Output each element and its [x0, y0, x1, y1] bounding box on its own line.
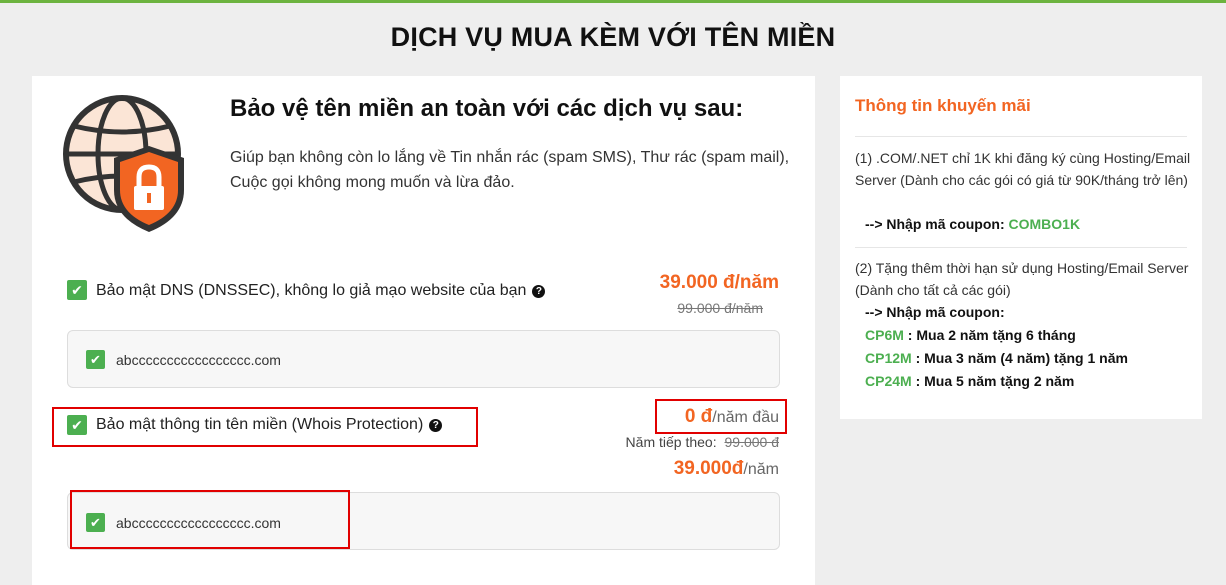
question-circle-icon[interactable]: ?: [532, 285, 546, 298]
page-title: DỊCH VỤ MUA KÈM VỚI TÊN MIỀN: [390, 22, 836, 52]
promo-title: Thông tin khuyến mãi: [855, 96, 1031, 115]
coupon-desc: : Mua 2 năm tặng 6 tháng: [907, 327, 1076, 343]
whois-next-old-price: 99.000 đ: [724, 434, 780, 450]
promo-item-2-text: (2) Tặng thêm thời hạn sử dụng Hosting/E…: [855, 260, 1189, 298]
dnssec-domain-checkbox[interactable]: ✔: [86, 350, 105, 369]
whois-next-year: Năm tiếp theo: 99.000 đ: [626, 434, 779, 450]
whois-price: 0 đ/năm đầu: [685, 406, 779, 428]
coupon-combo1k[interactable]: COMBO1K: [1009, 216, 1081, 232]
whois-renew-price: 39.000đ/năm: [674, 458, 779, 480]
globe-shield-lock-icon: [63, 95, 184, 232]
dnssec-domain-name: abccccccccccccccccc.com: [116, 352, 281, 368]
promo-panel: Thông tin khuyến mãi (1) .COM/.NET chỉ 1…: [840, 76, 1202, 419]
dnssec-price: 39.000 đ/năm: [659, 272, 779, 293]
dnssec-label-text: Bảo mật DNS (DNSSEC), không lo giả mạo w…: [96, 282, 527, 299]
question-circle-icon[interactable]: ?: [429, 419, 443, 432]
dnssec-old-price: 99.000 đ/năm: [677, 300, 763, 316]
coupon-cp6m[interactable]: CP6M: [865, 327, 904, 343]
intro-title: Bảo vệ tên miền an toàn với các dịch vụ …: [230, 95, 744, 122]
check-icon: ✔: [71, 417, 83, 433]
dnssec-checkbox[interactable]: ✔: [67, 280, 87, 300]
promo-item-2-prefix: --> Nhập mã coupon:: [865, 304, 1005, 320]
whois-price-value: 0 đ: [684, 406, 713, 427]
dnssec-label: Bảo mật DNS (DNSSEC), không lo giả mạo w…: [96, 282, 546, 300]
check-icon: ✔: [90, 352, 101, 367]
top-accent-line: [0, 0, 1226, 3]
promo-divider: [855, 247, 1187, 248]
coupon-row: CP12M : Mua 3 năm (4 năm) tặng 1 năm: [865, 350, 1128, 366]
intro-description: Giúp bạn không còn lo lắng về Tin nhắn r…: [230, 149, 790, 191]
promo-divider: [855, 136, 1187, 137]
whois-renew-value: 39.000đ: [673, 458, 744, 479]
whois-renew-suffix: /năm: [743, 461, 779, 478]
promo-item-1-text: (1) .COM/.NET chỉ 1K khi đăng ký cùng Ho…: [855, 150, 1191, 188]
check-icon: ✔: [71, 282, 83, 298]
coupon-row: CP6M : Mua 2 năm tặng 6 tháng: [865, 327, 1076, 343]
coupon-desc: : Mua 3 năm (4 năm) tặng 1 năm: [915, 350, 1128, 366]
promo-item-1-prefix: --> Nhập mã coupon:: [865, 216, 1005, 232]
dnssec-domain-row: ✔ abccccccccccccccccc.com: [67, 330, 780, 388]
whois-label: Bảo mật thông tin tên miền (Whois Protec…: [96, 416, 443, 434]
coupon-desc: : Mua 5 năm tặng 2 năm: [915, 373, 1075, 389]
whois-label-text: Bảo mật thông tin tên miền (Whois Protec…: [96, 416, 424, 433]
whois-next-label: Năm tiếp theo:: [625, 434, 717, 450]
coupon-cp24m[interactable]: CP24M: [865, 373, 912, 389]
whois-price-suffix: /năm đầu: [712, 409, 779, 426]
coupon-cp12m[interactable]: CP12M: [865, 350, 912, 366]
services-panel: Bảo vệ tên miền an toàn với các dịch vụ …: [32, 76, 815, 585]
coupon-row: CP24M : Mua 5 năm tặng 2 năm: [865, 373, 1074, 389]
promo-item-1-coupon: --> Nhập mã coupon: COMBO1K: [865, 216, 1080, 232]
whois-checkbox[interactable]: ✔: [67, 415, 87, 435]
whois-domain-highlight-box: [70, 490, 350, 549]
